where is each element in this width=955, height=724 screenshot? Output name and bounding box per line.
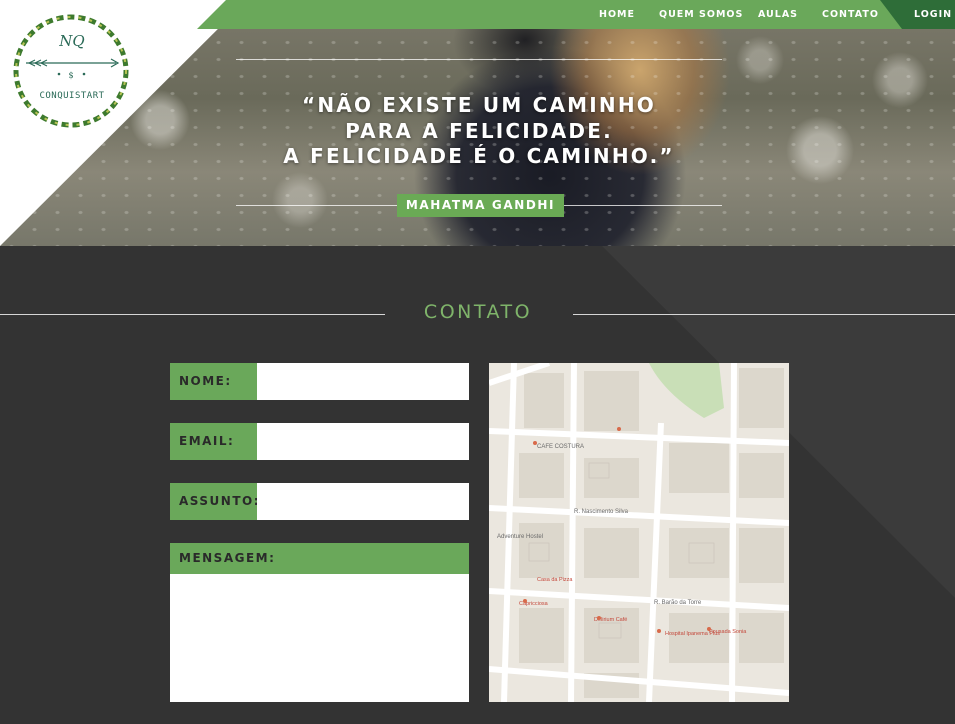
location-map[interactable]: R. Nascimento Silva R. Barão da Torre CA… bbox=[489, 363, 789, 702]
logo-wreath-icon[interactable]: $ bbox=[9, 10, 133, 132]
park-area bbox=[649, 363, 724, 418]
name-field: NOME: bbox=[170, 363, 469, 400]
subject-label: ASSUNTO: bbox=[170, 483, 259, 520]
logo-monogram: NQ bbox=[59, 32, 85, 50]
quote-line-2: PARA A FELICIDADE. bbox=[345, 118, 613, 143]
place-pousada: Pousada Sonia bbox=[709, 629, 747, 635]
message-label: MENSAGEM: bbox=[170, 543, 469, 574]
hero-top-line bbox=[236, 59, 722, 60]
quote-line-1: “NÃO EXISTE UM CAMINHO bbox=[301, 93, 656, 117]
svg-text:$: $ bbox=[68, 71, 73, 80]
hero-quote: “NÃO EXISTE UM CAMINHO PARA A FELICIDADE… bbox=[236, 93, 722, 170]
message-textarea[interactable] bbox=[170, 574, 469, 702]
subject-input[interactable] bbox=[257, 483, 469, 520]
nav-quem-somos[interactable]: QUEM SOMOS bbox=[659, 0, 743, 29]
title-left-line bbox=[0, 314, 385, 315]
logo-wordmark: CONQUISTART bbox=[39, 91, 105, 101]
name-label: NOME: bbox=[170, 363, 257, 400]
name-input[interactable] bbox=[257, 363, 469, 400]
contact-section: CONTATO NOME: EMAIL: ASSUNTO: MENSAGEM: bbox=[0, 246, 955, 724]
nav-aulas[interactable]: AULAS bbox=[758, 0, 798, 29]
street-label-nascimento: R. Nascimento Silva bbox=[574, 509, 629, 515]
nav-home[interactable]: HOME bbox=[599, 0, 635, 29]
nav-contato[interactable]: CONTATO bbox=[822, 0, 879, 29]
email-field: EMAIL: bbox=[170, 423, 469, 460]
quote-author-badge: MAHATMA GANDHI bbox=[397, 194, 564, 217]
map-graphic: R. Nascimento Silva R. Barão da Torre CA… bbox=[489, 363, 789, 702]
quote-line-3: A FELICIDADE É O CAMINHO.” bbox=[283, 144, 675, 168]
email-label: EMAIL: bbox=[170, 423, 257, 460]
title-right-line bbox=[573, 314, 955, 315]
street-label-barao: R. Barão da Torre bbox=[654, 600, 702, 606]
page: “NÃO EXISTE UM CAMINHO PARA A FELICIDADE… bbox=[0, 0, 955, 724]
nav-login[interactable]: LOGIN bbox=[914, 0, 952, 29]
place-adventure-hostel: Adventure Hostel bbox=[497, 534, 543, 540]
email-input[interactable] bbox=[257, 423, 469, 460]
place-cafe-costura: CAFE COSTURA bbox=[537, 444, 584, 450]
subject-field: ASSUNTO: bbox=[170, 483, 469, 520]
contact-title: CONTATO bbox=[423, 301, 533, 323]
place-casa-pizza: Casa da Pizza bbox=[537, 577, 573, 583]
